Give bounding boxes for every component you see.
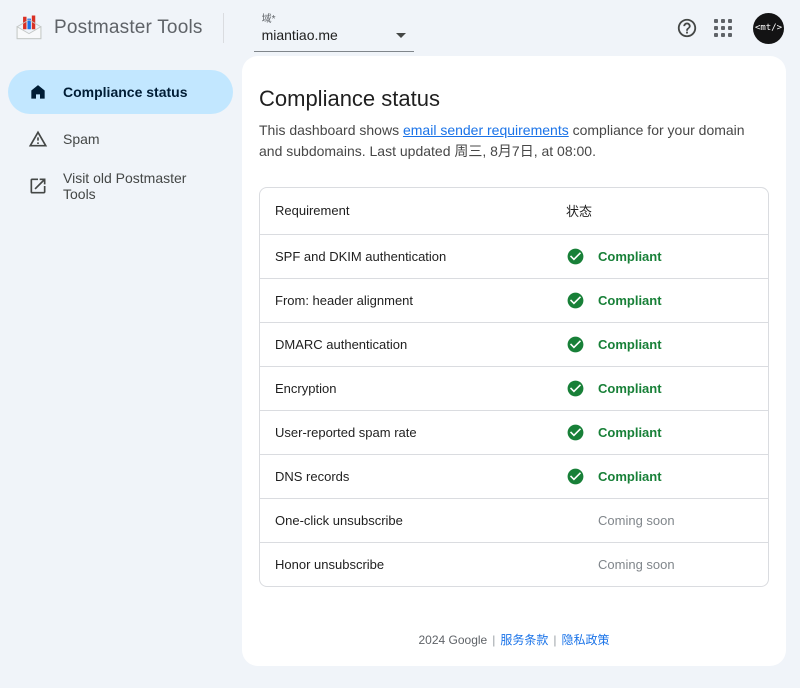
compliance-table: Requirement 状态 SPF and DKIM authenticati… <box>259 187 769 587</box>
open-in-new-icon <box>28 176 48 196</box>
footer-separator: | <box>492 633 495 647</box>
help-button[interactable] <box>669 10 705 46</box>
footer-separator: | <box>553 633 556 647</box>
copyright-text: 2024 Google <box>418 633 487 647</box>
top-bar: Postmaster Tools 域* miantiao.me <mt/> <box>0 0 800 56</box>
card-footer: 2024 Google | 服务条款 | 隐私政策 <box>259 631 769 648</box>
table-row: Encryption Compliant <box>260 366 768 410</box>
check-circle-icon <box>566 335 585 354</box>
page-description: This dashboard shows email sender requir… <box>259 120 769 162</box>
requirement-label: DMARC authentication <box>260 322 566 366</box>
requirement-label: One-click unsubscribe <box>260 498 566 542</box>
domain-selector[interactable]: 域* miantiao.me <box>254 4 414 52</box>
status-label: Coming soon <box>598 557 675 572</box>
requirement-label: Encryption <box>260 366 566 410</box>
table-row: DMARC authentication Compliant <box>260 322 768 366</box>
avatar[interactable]: <mt/> <box>753 13 784 44</box>
sidebar-item-label: Compliance status <box>63 84 187 100</box>
sidebar-item-label: Spam <box>63 131 100 147</box>
page: Postmaster Tools 域* miantiao.me <mt/> <box>0 0 800 688</box>
empty-icon-slot <box>566 511 585 530</box>
privacy-policy-link[interactable]: 隐私政策 <box>561 633 609 647</box>
requirement-label: Honor unsubscribe <box>260 542 566 586</box>
chevron-down-icon <box>396 33 406 38</box>
requirement-label: DNS records <box>260 454 566 498</box>
sidebar-item-label: Visit old Postmaster Tools <box>63 170 221 202</box>
sidebar: Compliance status Spam Visit old Postmas… <box>0 56 242 211</box>
status-label: Compliant <box>598 337 662 352</box>
postmaster-logo-icon <box>14 13 44 43</box>
domain-selector-value: miantiao.me <box>262 27 338 43</box>
sidebar-item-compliance-status[interactable]: Compliance status <box>8 70 233 114</box>
check-circle-icon <box>566 467 585 486</box>
table-row: SPF and DKIM authentication Compliant <box>260 234 768 278</box>
header-divider <box>223 13 224 43</box>
status-label: Compliant <box>598 293 662 308</box>
table-header-row: Requirement 状态 <box>260 188 768 234</box>
requirement-label: From: header alignment <box>260 278 566 322</box>
terms-of-service-link[interactable]: 服务条款 <box>500 633 548 647</box>
app-logo[interactable]: Postmaster Tools <box>14 13 203 43</box>
requirement-label: User-reported spam rate <box>260 410 566 454</box>
home-icon <box>28 82 48 102</box>
status-label: Coming soon <box>598 513 675 528</box>
column-header-status: 状态 <box>566 188 768 234</box>
description-prefix: This dashboard shows <box>259 122 403 138</box>
help-icon <box>676 17 698 39</box>
email-sender-requirements-link[interactable]: email sender requirements <box>403 122 569 138</box>
page-title: Compliance status <box>259 86 769 112</box>
table-row: Honor unsubscribe Coming soon <box>260 542 768 586</box>
table-row: DNS records Compliant <box>260 454 768 498</box>
main-content-card: Compliance status This dashboard shows e… <box>242 56 786 666</box>
app-title: Postmaster Tools <box>54 17 203 39</box>
status-label: Compliant <box>598 425 662 440</box>
check-circle-icon <box>566 247 585 266</box>
status-label: Compliant <box>598 469 662 484</box>
table-body: SPF and DKIM authenticationCompliantFrom… <box>260 234 768 586</box>
table-row: From: header alignment Compliant <box>260 278 768 322</box>
apps-grid-icon <box>714 19 732 37</box>
domain-selector-label: 域* <box>262 10 412 25</box>
sidebar-item-spam[interactable]: Spam <box>8 117 233 161</box>
apps-launcher-button[interactable] <box>705 10 741 46</box>
sidebar-item-visit-old-postmaster-tools[interactable]: Visit old Postmaster Tools <box>8 164 233 208</box>
table-row: One-click unsubscribe Coming soon <box>260 498 768 542</box>
requirement-label: SPF and DKIM authentication <box>260 234 566 278</box>
empty-icon-slot <box>566 555 585 574</box>
check-circle-icon <box>566 291 585 310</box>
warning-triangle-icon <box>28 129 48 149</box>
status-label: Compliant <box>598 381 662 396</box>
table-row: User-reported spam rate Compliant <box>260 410 768 454</box>
column-header-requirement: Requirement <box>260 188 566 234</box>
check-circle-icon <box>566 423 585 442</box>
status-label: Compliant <box>598 249 662 264</box>
check-circle-icon <box>566 379 585 398</box>
